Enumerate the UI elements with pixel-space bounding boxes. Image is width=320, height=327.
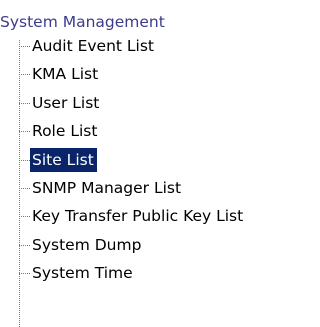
tree-item-role-list[interactable]: Role List — [19, 119, 319, 143]
navigation-tree: System Management Audit Event List KMA L… — [0, 0, 320, 327]
tree-item-label-selected[interactable]: Site List — [30, 148, 97, 172]
tree-root-system-management[interactable]: System Management — [0, 10, 165, 34]
tree-item-audit-event-list[interactable]: Audit Event List — [19, 34, 319, 58]
tree-item-kma-list[interactable]: KMA List — [19, 62, 319, 86]
tree-connector — [19, 74, 30, 75]
tree-connector — [19, 245, 30, 246]
tree-item-user-list[interactable]: User List — [19, 91, 319, 115]
tree-item-snmp-manager-list[interactable]: SNMP Manager List — [19, 176, 319, 200]
tree-item-label[interactable]: Role List — [30, 119, 100, 143]
tree-item-label[interactable]: KMA List — [30, 62, 101, 86]
tree-item-label[interactable]: SNMP Manager List — [30, 176, 184, 200]
tree-item-system-dump[interactable]: System Dump — [19, 233, 319, 257]
tree-item-system-time[interactable]: System Time — [19, 261, 319, 285]
tree-item-label[interactable]: User List — [30, 91, 102, 115]
tree-connector — [19, 216, 30, 217]
tree-connector — [19, 273, 30, 274]
tree-item-label[interactable]: System Time — [30, 261, 136, 285]
tree-item-label[interactable]: System Dump — [30, 233, 144, 257]
tree-connector — [19, 131, 30, 132]
tree-connector — [19, 188, 30, 189]
tree-item-key-transfer-public-key-list[interactable]: Key Transfer Public Key List — [19, 204, 319, 228]
tree-item-label[interactable]: Audit Event List — [30, 34, 157, 58]
tree-connector — [19, 160, 30, 161]
tree-connector — [19, 103, 30, 104]
tree-item-label[interactable]: Key Transfer Public Key List — [30, 204, 246, 228]
tree-item-site-list[interactable]: Site List — [19, 148, 319, 172]
tree-connector — [19, 46, 30, 47]
